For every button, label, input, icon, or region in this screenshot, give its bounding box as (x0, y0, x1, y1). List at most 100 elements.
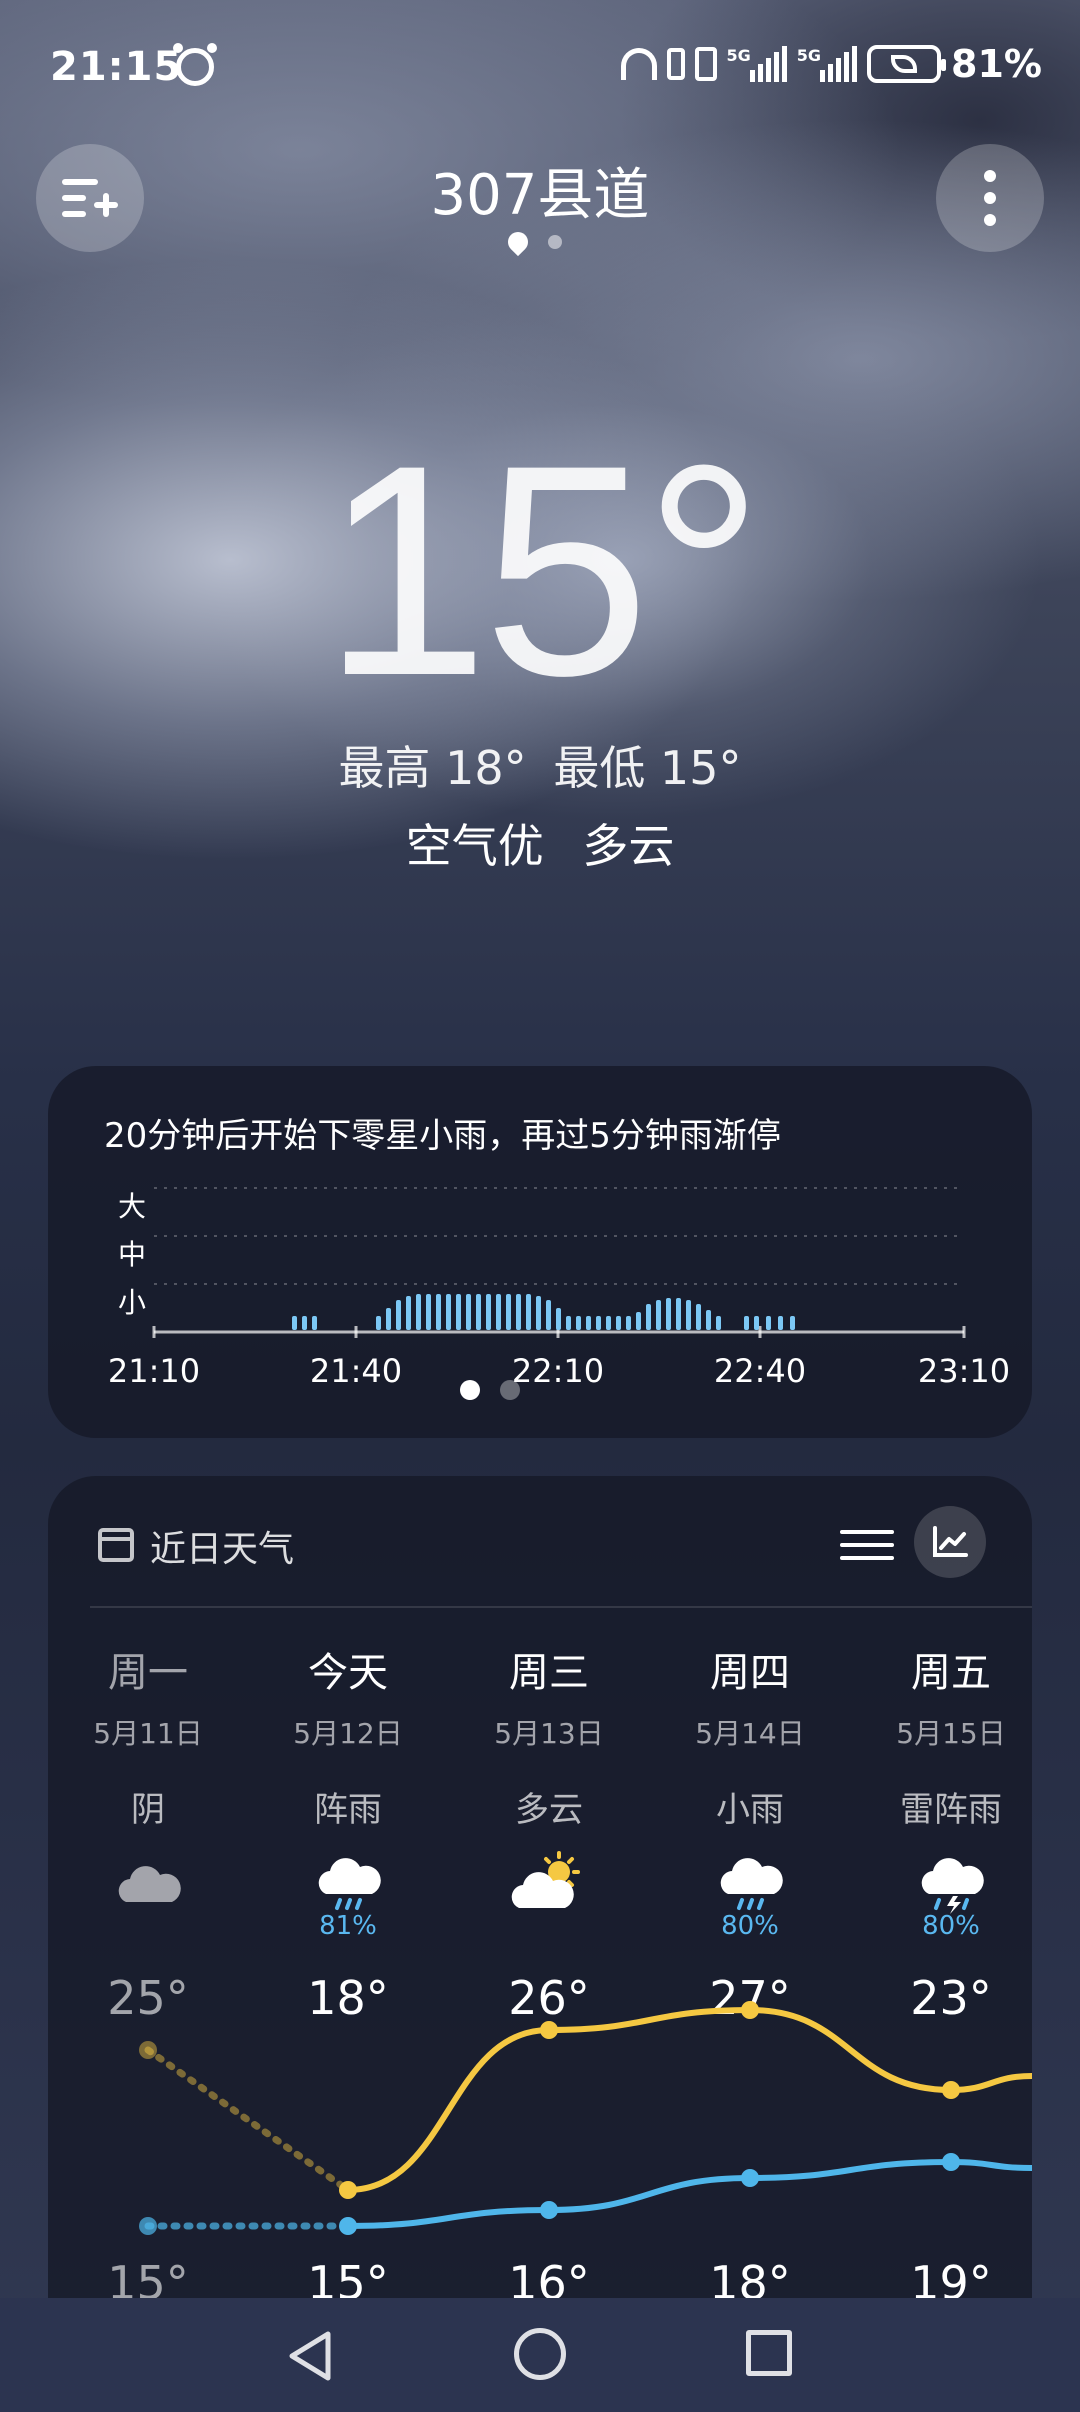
forecast-divider (90, 1606, 1032, 1608)
day-date: 5月14日 (695, 1717, 805, 1750)
status-time: 21:15 (50, 44, 183, 90)
precipitation-probability: 80% (922, 1911, 980, 1941)
rain-bar (696, 1304, 701, 1330)
day-date: 5月13日 (494, 1717, 604, 1750)
rain-bar (426, 1294, 431, 1330)
day-condition: 阵雨 (314, 1790, 382, 1830)
rain-bar (706, 1310, 711, 1330)
precipitation-chart: 大 中 小 21:10 21:40 22:10 22:40 23:10 (108, 1187, 1010, 1390)
precipitation-card[interactable]: 20分钟后开始下零星小雨，再过5分钟雨渐停 大 中 小 21:10 21:40 … (48, 1066, 1032, 1438)
rain-bar (566, 1316, 571, 1330)
forecast-day[interactable]: 周五 5月15日 雷阵雨 80% 23° (851, 1640, 1051, 2025)
rain-bar (312, 1316, 317, 1330)
current-conditions[interactable]: 空气优 多云 (0, 810, 1080, 876)
rain-bar (576, 1316, 581, 1330)
day-name: 今天 (308, 1650, 388, 1696)
weather-condition: 多云 (582, 819, 675, 873)
day-condition: 多云 (515, 1790, 583, 1830)
forecast-day[interactable]: 周四 5月14日 小雨 80% 27° (650, 1640, 850, 2025)
leaf-icon (891, 55, 918, 73)
level-light: 小 (118, 1286, 146, 1319)
time-tick: 21:40 (310, 1352, 402, 1390)
light-rain-icon (650, 1847, 850, 1917)
more-options-button[interactable] (936, 144, 1044, 252)
location-pin-icon (503, 227, 533, 257)
signal-1-icon: 5G (727, 46, 787, 82)
forecast-day[interactable]: 今天 5月12日 阵雨 81% 18° (248, 1640, 448, 2025)
headphone-icon (620, 48, 657, 80)
forecast-day[interactable]: 周一 5月11日 阴 25° (48, 1640, 248, 2025)
battery-icon (867, 45, 947, 83)
time-tick: 23:10 (918, 1352, 1010, 1390)
alarm-icon (173, 43, 217, 86)
rain-bar (766, 1316, 771, 1330)
battery-level: 81% (951, 42, 1042, 86)
forecast-day[interactable]: 周三 5月13日 多云 26° (449, 1640, 649, 2025)
level-heavy: 大 (118, 1190, 146, 1223)
rain-bar (526, 1294, 531, 1330)
day-high-temp: 26° (508, 1971, 590, 2025)
low-temp: 最低 15° (553, 741, 742, 795)
precipitation-probability: 81% (319, 1911, 377, 1941)
day-name: 周一 (108, 1650, 188, 1696)
rain-bar (376, 1316, 381, 1330)
rain-bar (586, 1316, 591, 1330)
rain-bar (546, 1300, 551, 1330)
rain-bar (790, 1316, 795, 1330)
day-date: 5月15日 (896, 1717, 1006, 1750)
day-date: 5月11日 (93, 1717, 203, 1750)
day-condition: 雷阵雨 (900, 1790, 1002, 1830)
chart-view-button[interactable] (914, 1506, 986, 1578)
rain-bar (716, 1316, 721, 1330)
rain-bar (446, 1294, 451, 1330)
back-icon[interactable] (286, 2330, 334, 2382)
location-title[interactable]: 307县道 (0, 150, 1080, 231)
rain-bar (754, 1316, 759, 1330)
current-temperature: 15° (322, 402, 764, 738)
navigation-bar (0, 2298, 1080, 2412)
rain-bar (556, 1308, 561, 1330)
page-dot[interactable] (500, 1380, 520, 1400)
rain-bar (744, 1316, 749, 1330)
rain-bar (436, 1294, 441, 1330)
rain-bar (616, 1316, 621, 1330)
rain-bar (676, 1298, 681, 1330)
shower-icon (248, 1847, 448, 1917)
recents-icon[interactable] (746, 2330, 792, 2376)
rain-bar (456, 1294, 461, 1330)
rain-bar (516, 1294, 521, 1330)
day-name: 周四 (710, 1650, 790, 1696)
day-high-temp: 27° (709, 1971, 791, 2025)
rain-bar (486, 1294, 491, 1330)
calendar-icon (98, 1528, 134, 1562)
day-name: 周五 (911, 1650, 991, 1696)
rain-bar (386, 1308, 391, 1330)
rain-bar (666, 1298, 671, 1330)
vibrate-icon (694, 47, 717, 81)
high-low-temps: 最高 18° 最低 15° (0, 732, 1080, 798)
precipitation-probability (449, 1911, 649, 1941)
partly-cloudy-icon (449, 1847, 649, 1917)
page-dot-active[interactable] (460, 1380, 480, 1400)
rain-bar (778, 1316, 783, 1330)
signal-2-icon: 5G (796, 46, 858, 82)
city-pager (503, 227, 562, 257)
day-condition: 小雨 (716, 1790, 784, 1830)
day-high-temp: 25° (107, 1971, 189, 2025)
network-tag-2: 5G (796, 46, 822, 65)
rain-bar (416, 1294, 421, 1330)
device-battery-icon (666, 48, 685, 80)
air-quality: 空气优 (405, 819, 544, 873)
rain-bar (506, 1294, 511, 1330)
rain-bar (536, 1296, 541, 1330)
rain-bar (686, 1300, 691, 1330)
forecast-title: 近日天气 (150, 1529, 295, 1570)
day-high-temp: 23° (910, 1971, 992, 2025)
network-tag-1: 5G (726, 46, 751, 65)
rain-bar (302, 1316, 307, 1330)
home-icon[interactable] (514, 2328, 566, 2380)
rain-bar (496, 1294, 501, 1330)
rain-bar (626, 1316, 631, 1330)
list-view-button[interactable] (840, 1518, 894, 1572)
level-medium: 中 (118, 1238, 146, 1271)
